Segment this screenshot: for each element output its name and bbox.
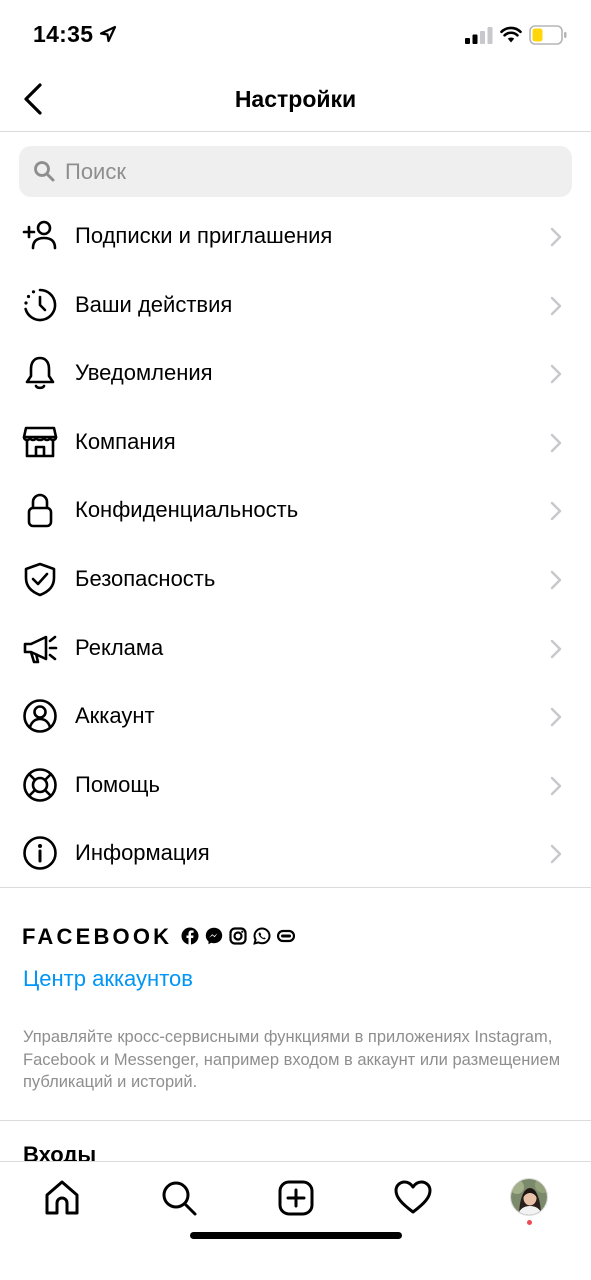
megaphone-icon (23, 635, 58, 663)
activity-clock-icon (24, 288, 57, 321)
search-icon (34, 161, 55, 182)
heart-icon[interactable] (393, 1178, 433, 1218)
menu-item-your-activity[interactable]: Ваши действия (0, 271, 591, 340)
status-time: 14:35 (33, 21, 94, 47)
menu-item-label: Подписки и приглашения (75, 223, 333, 248)
notification-dot (527, 1220, 532, 1225)
search-bar[interactable] (19, 146, 572, 197)
menu-item-label: Аккаунт (75, 703, 155, 729)
chevron-right-icon (550, 433, 562, 452)
logins-section-heading: Входы (23, 1142, 97, 1162)
menu-item-security[interactable]: Безопасность (0, 545, 591, 614)
chevron-right-icon (550, 296, 562, 315)
menu-item-label: Безопасность (75, 565, 216, 591)
menu-item-label: Информация (75, 840, 210, 866)
info-icon (23, 836, 57, 871)
menu-item-privacy[interactable]: Конфиденциальность (0, 476, 591, 545)
menu-item-label: Реклама (75, 634, 164, 660)
chevron-right-icon (550, 570, 562, 590)
lock-icon (27, 494, 53, 528)
facebook-app-icons (181, 926, 295, 946)
instagram-icon (229, 927, 247, 945)
chevron-right-icon (550, 639, 562, 658)
chevron-right-icon (550, 776, 562, 795)
menu-item-label: Компания (75, 428, 176, 454)
nav-header: Настройки (0, 66, 591, 132)
search-tab-icon[interactable] (159, 1178, 199, 1218)
chevron-right-icon (550, 845, 562, 864)
chevron-right-icon (550, 364, 562, 384)
battery-low-icon (529, 25, 567, 45)
section-divider (0, 1120, 591, 1121)
settings-menu: Подписки и приглашения Ваши действия Уве… (0, 202, 591, 888)
signal-icon (465, 27, 493, 44)
menu-item-label: Помощь (75, 771, 160, 797)
menu-item-account[interactable]: Аккаунт (0, 682, 591, 751)
lifebuoy-icon (23, 767, 57, 802)
status-bar: 14:35 (0, 0, 591, 66)
search-input[interactable] (65, 146, 555, 197)
home-icon[interactable] (42, 1178, 82, 1218)
accounts-center-description: Управляйте кросс-сервисными функциями в … (23, 1028, 561, 1091)
whatsapp-icon (253, 927, 271, 945)
menu-item-about[interactable]: Информация (0, 819, 591, 888)
settings-screen: 14:35 Настройки Поиск Подписки и приглаш… (0, 0, 591, 1280)
add-person-icon (22, 220, 57, 250)
avatar-image (511, 1179, 547, 1215)
create-post-icon[interactable] (276, 1178, 316, 1218)
portal-icon (277, 929, 295, 943)
facebook-brand: FACEBOOK (22, 924, 173, 949)
bottom-tab-bar (0, 1161, 591, 1280)
menu-item-label: Конфиденциальность (75, 497, 299, 523)
profile-avatar[interactable] (510, 1178, 548, 1216)
shop-icon (22, 426, 58, 458)
shield-check-icon (24, 562, 56, 597)
messenger-icon (205, 927, 223, 945)
location-arrow-icon (99, 25, 117, 43)
menu-item-notifications[interactable]: Уведомления (0, 339, 591, 408)
menu-item-ads[interactable]: Реклама (0, 614, 591, 683)
menu-item-help[interactable]: Помощь (0, 751, 591, 820)
section-divider (0, 887, 591, 888)
bell-icon (25, 356, 55, 390)
page-title: Настройки (234, 86, 357, 112)
menu-item-label: Уведомления (75, 360, 213, 386)
chevron-right-icon (550, 707, 562, 727)
home-indicator (190, 1232, 402, 1239)
menu-item-follow-invite[interactable]: Подписки и приглашения (0, 202, 591, 271)
menu-item-business[interactable]: Компания (0, 408, 591, 477)
menu-item-label: Ваши действия (75, 291, 233, 317)
account-circle-icon (23, 699, 57, 733)
accounts-center-link[interactable]: Центр аккаунтов (23, 966, 193, 992)
wifi-icon (500, 26, 522, 43)
chevron-right-icon (550, 502, 562, 521)
chevron-right-icon (550, 227, 562, 247)
facebook-icon (181, 927, 199, 945)
